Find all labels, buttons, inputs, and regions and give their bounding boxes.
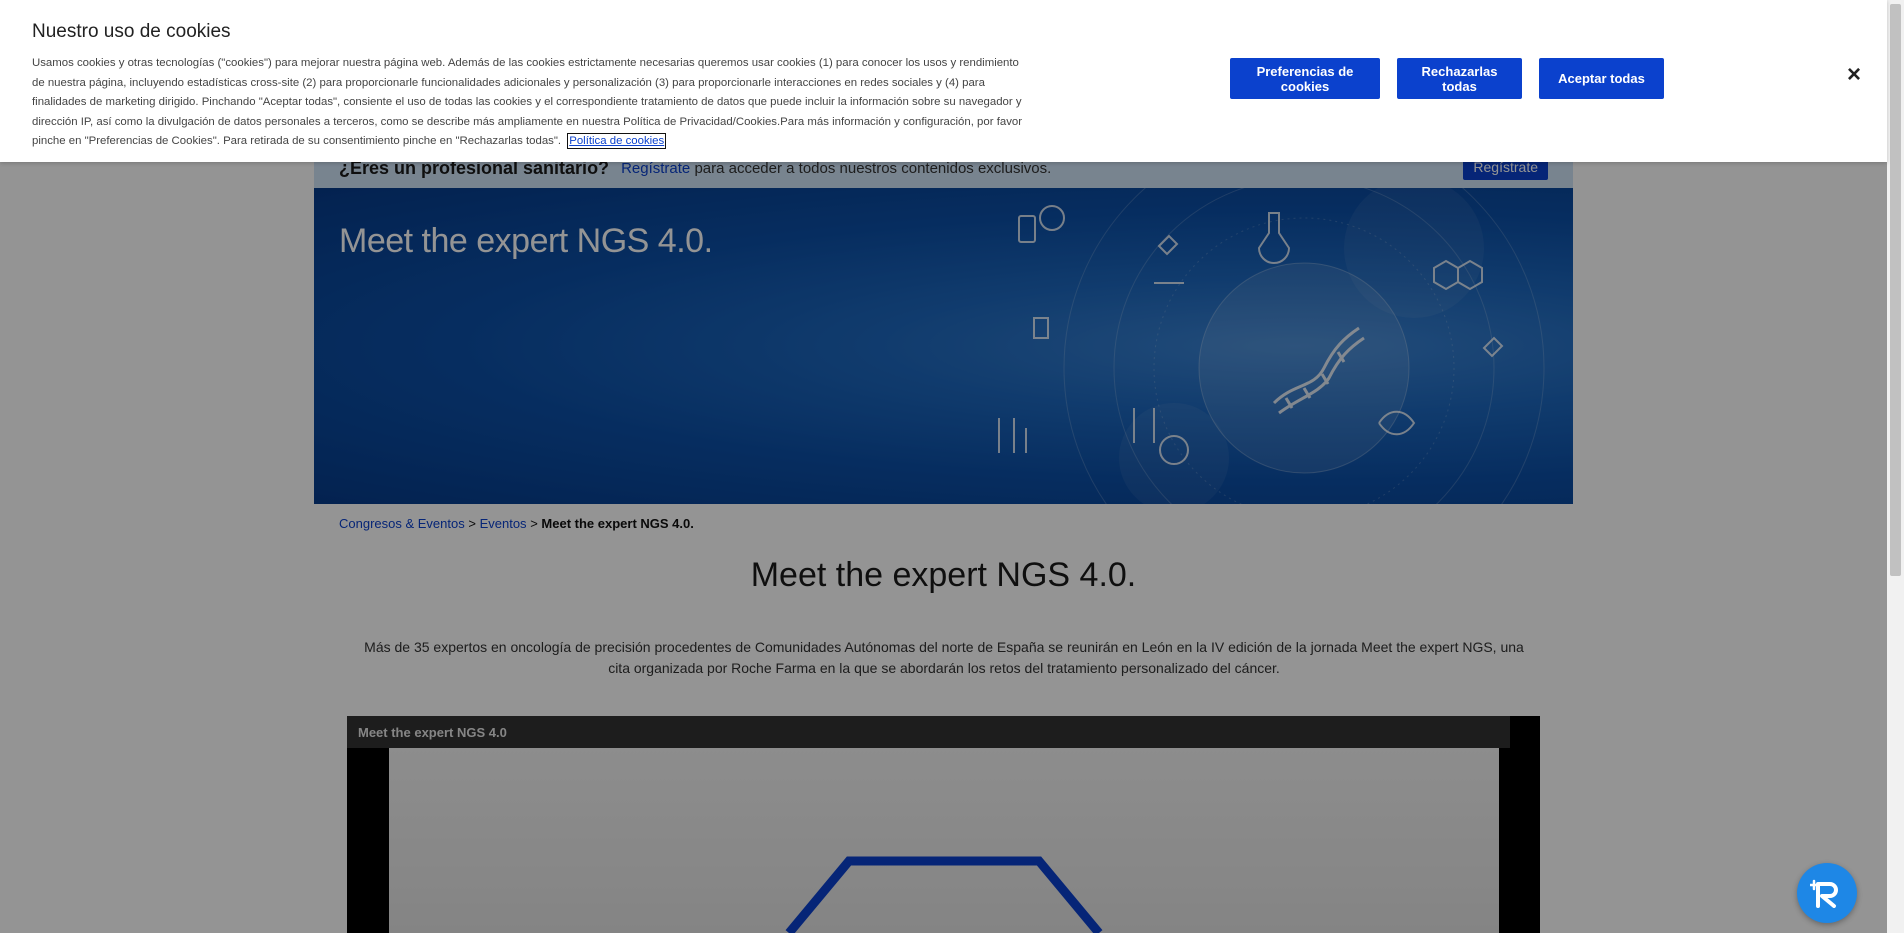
scrollbar-thumb[interactable] (1890, 4, 1901, 576)
cookie-preferences-button[interactable]: Preferencias de cookies (1230, 58, 1380, 99)
chat-assistant-button[interactable] (1797, 863, 1857, 923)
close-icon[interactable]: × (1843, 61, 1865, 88)
cookie-banner-text: Usamos cookies y otras tecnologías ("coo… (32, 54, 1022, 152)
cookie-reject-all-button[interactable]: Rechazarlas todas (1397, 58, 1522, 99)
cookie-policy-link[interactable]: Política de cookies (567, 133, 667, 150)
chat-assistant-icon (1810, 879, 1838, 908)
page-scrollbar[interactable] (1887, 0, 1904, 933)
cookie-banner: Nuestro uso de cookies Usamos cookies y … (0, 0, 1887, 162)
cookie-banner-body: Usamos cookies y otras tecnologías ("coo… (32, 57, 1023, 148)
cookie-banner-title: Nuestro uso de cookies (32, 21, 231, 42)
cookie-accept-all-button[interactable]: Aceptar todas (1539, 58, 1664, 99)
